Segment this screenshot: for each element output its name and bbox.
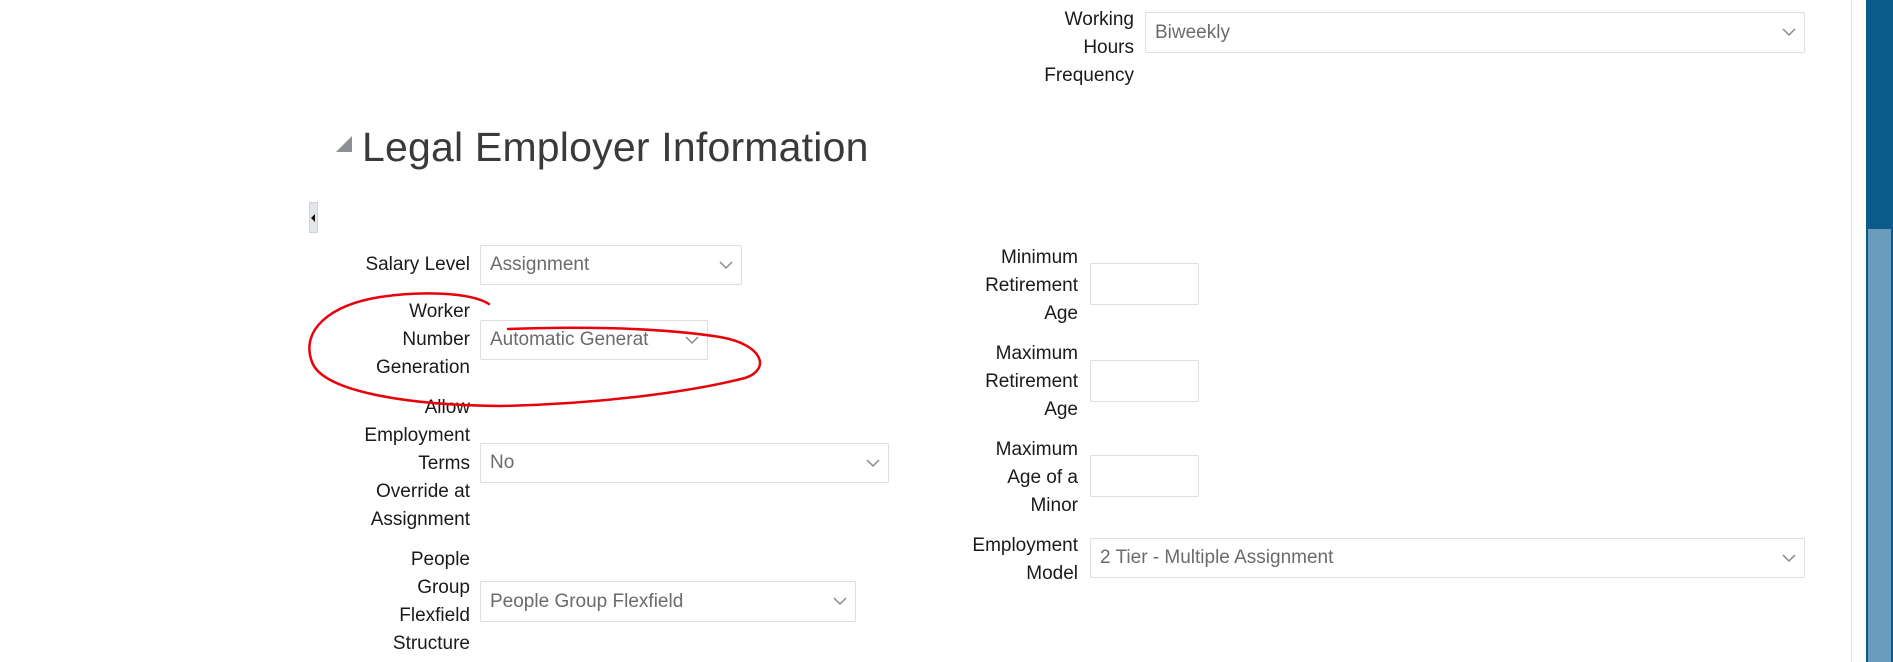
- label-line: Number: [402, 329, 470, 350]
- minimum-retirement-age-input[interactable]: [1090, 263, 1199, 305]
- people-group-flexfield-structure-label: People Group Flexfield Structure: [393, 546, 470, 658]
- select-value: Automatic Generat: [490, 329, 649, 350]
- caret-left-icon: [311, 213, 315, 222]
- select-value: No: [490, 452, 515, 473]
- label-line: Generation: [375, 357, 470, 378]
- label-line: Employment: [972, 535, 1078, 556]
- chevron-down-icon: [711, 246, 741, 284]
- label-line: Override at: [376, 481, 470, 502]
- chevron-down-icon: [858, 444, 888, 482]
- label-line: Hours: [1083, 37, 1134, 58]
- worker-number-generation-select[interactable]: Automatic Generat: [480, 320, 708, 360]
- working-hours-frequency-select[interactable]: Biweekly: [1145, 12, 1805, 53]
- panel-divider: [1851, 0, 1852, 662]
- label-line: Maximum: [995, 439, 1078, 460]
- label-line: Group: [417, 577, 470, 598]
- salary-level-label: Salary Level: [365, 251, 470, 279]
- chevron-down-icon: [1774, 539, 1804, 577]
- pane-collapse-button[interactable]: [309, 202, 318, 233]
- label-line: Minor: [1030, 495, 1078, 516]
- maximum-retirement-age-input[interactable]: [1090, 360, 1199, 402]
- chevron-down-icon: [1774, 13, 1804, 52]
- chevron-down-icon: [825, 582, 855, 621]
- label-line: Employment: [364, 425, 470, 446]
- scrollbar-thumb[interactable]: [1868, 229, 1891, 662]
- maximum-retirement-age-label: Maximum Retirement Age: [985, 340, 1078, 424]
- label-line: Working: [1064, 9, 1134, 30]
- select-value: 2 Tier - Multiple Assignment: [1100, 547, 1334, 568]
- label-line: Frequency: [1044, 65, 1134, 86]
- employment-model-label: Employment Model: [972, 532, 1078, 588]
- label-line: Age: [1044, 303, 1078, 324]
- label-line: Worker: [409, 301, 470, 322]
- minimum-retirement-age-label: Minimum Retirement Age: [985, 244, 1078, 328]
- collapse-triangle-icon[interactable]: [336, 136, 352, 157]
- working-hours-frequency-label: Working Hours Frequency: [1044, 6, 1134, 90]
- label-line: Minimum: [1000, 247, 1078, 268]
- label-line: Model: [1026, 563, 1078, 584]
- label-line: Terms: [418, 453, 470, 474]
- worker-number-generation-label: Worker Number Generation: [376, 298, 470, 382]
- label-line: Maximum: [995, 343, 1078, 364]
- allow-employment-terms-override-select[interactable]: No: [480, 443, 889, 483]
- label-line: Age: [1044, 399, 1078, 420]
- label-line: Salary Level: [365, 254, 470, 275]
- label-line: Retirement: [985, 371, 1078, 392]
- select-value: People Group Flexfield: [490, 590, 684, 612]
- people-group-flexfield-structure-select[interactable]: People Group Flexfield: [480, 581, 856, 622]
- select-value: Biweekly: [1155, 21, 1230, 43]
- employment-model-select[interactable]: 2 Tier - Multiple Assignment: [1090, 538, 1805, 578]
- label-line: Retirement: [985, 275, 1078, 296]
- label-line: Age of a: [1007, 467, 1078, 488]
- label-line: Assignment: [370, 509, 470, 530]
- section-title: Legal Employer Information: [362, 124, 869, 170]
- allow-employment-terms-override-label: Allow Employment Terms Override at Assig…: [364, 394, 470, 534]
- label-line: People: [410, 549, 470, 570]
- maximum-age-of-minor-label: Maximum Age of a Minor: [996, 436, 1078, 520]
- select-value: Assignment: [490, 254, 590, 275]
- scrollbar-track[interactable]: [1866, 0, 1893, 662]
- label-line: Flexfield: [399, 605, 470, 626]
- salary-level-select[interactable]: Assignment: [480, 245, 742, 285]
- label-line: Allow: [424, 397, 470, 418]
- maximum-age-of-minor-input[interactable]: [1090, 455, 1199, 497]
- label-line: Structure: [392, 633, 470, 654]
- chevron-down-icon: [677, 321, 707, 359]
